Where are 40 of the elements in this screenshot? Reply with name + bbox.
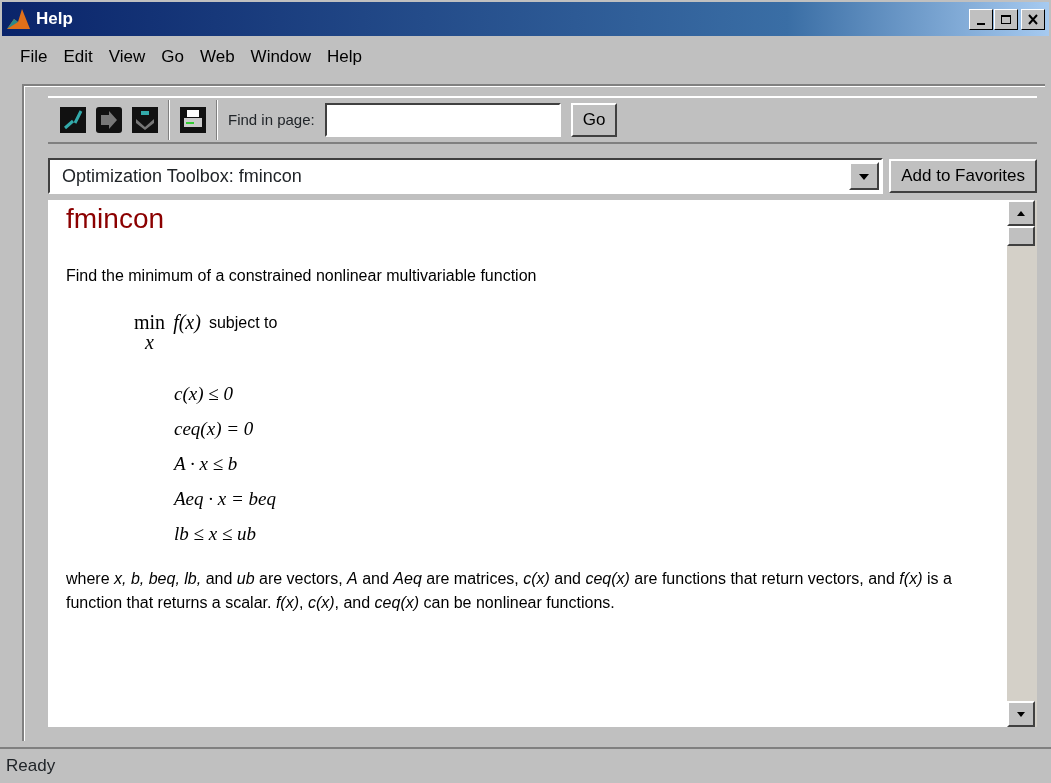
peak-icon bbox=[6, 7, 30, 31]
page-heading: fmincon bbox=[66, 202, 166, 236]
constraint-equation: c(x) ≤ 0 bbox=[174, 382, 233, 404]
constraint-equation: A · x ≤ b bbox=[174, 452, 238, 474]
menu-item[interactable]: Web bbox=[193, 44, 241, 70]
find-label: Find in page: bbox=[228, 109, 315, 130]
scroll-down-button[interactable] bbox=[1007, 701, 1035, 727]
close-button[interactable] bbox=[1021, 8, 1045, 30]
location-dropdown[interactable]: Optimization Toolbox: fmincon bbox=[48, 158, 884, 194]
menu-item[interactable]: Edit bbox=[57, 44, 99, 70]
dropdown-arrow-icon bbox=[858, 171, 871, 181]
forward-icon[interactable] bbox=[96, 107, 122, 133]
menu-item[interactable]: Go bbox=[155, 44, 190, 70]
menu-item[interactable]: File bbox=[14, 44, 54, 70]
summary-text: Find the minimum of a constrained nonlinear multivariable function bbox=[66, 265, 538, 286]
scroll-up-button[interactable] bbox=[1007, 200, 1035, 226]
up-arrow-icon bbox=[1016, 209, 1026, 217]
constraint-equation: Aeq · x = beq bbox=[174, 487, 276, 509]
down-arrow-icon bbox=[1016, 710, 1026, 718]
window-title: Help bbox=[36, 8, 73, 31]
maximize-icon bbox=[1000, 13, 1012, 25]
scroll-thumb[interactable] bbox=[1007, 226, 1035, 246]
find-field[interactable] bbox=[324, 103, 561, 137]
printer-icon[interactable] bbox=[180, 107, 206, 133]
subject-to-text: subject to bbox=[208, 312, 278, 331]
maximize-button[interactable] bbox=[994, 8, 1018, 30]
add-to-favorites-button[interactable]: Add to Favorites bbox=[889, 159, 1037, 193]
description-text: where x, b, beq, lb, and ub are vectors, A and Aeq are matrices, c(x) and ceq(x) are functions that return vectors, and f(x) is a function that returns a scalar. f(x), c(x), and ceq(x) can be nonlinear functions. bbox=[66, 568, 953, 614]
menu-item[interactable]: Window bbox=[244, 44, 318, 70]
objective-expression: f(x) bbox=[173, 311, 201, 332]
minimize-icon bbox=[977, 22, 985, 25]
go-button[interactable]: Go bbox=[570, 103, 618, 137]
minimize-button[interactable] bbox=[969, 8, 993, 30]
min-operator: min x bbox=[134, 311, 166, 352]
menu-item[interactable]: Help bbox=[321, 44, 369, 70]
menu-item[interactable]: View bbox=[102, 44, 152, 70]
close-icon bbox=[1027, 13, 1039, 25]
status-text: Ready bbox=[0, 747, 1051, 783]
constraint-equation: lb ≤ x ≤ ub bbox=[174, 522, 257, 544]
constraint-equation: ceq(x) = 0 bbox=[174, 417, 254, 439]
